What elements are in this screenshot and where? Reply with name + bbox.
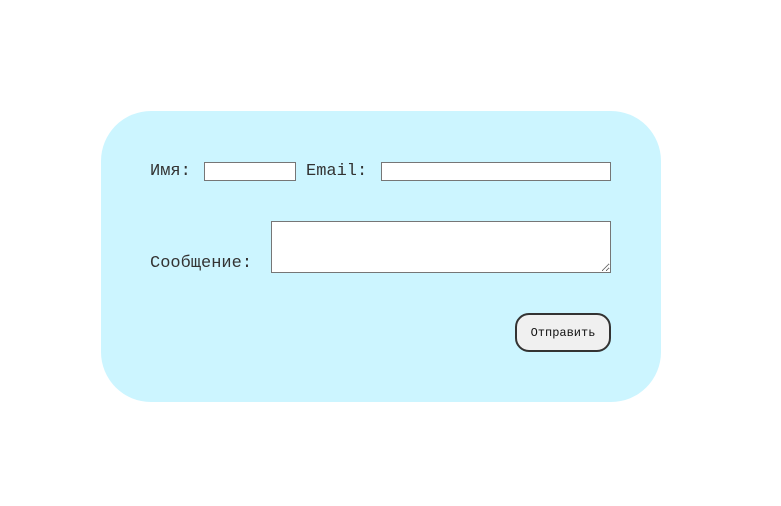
- name-label: Имя:: [150, 162, 191, 181]
- message-textarea[interactable]: [271, 221, 611, 273]
- email-label: Email:: [306, 162, 368, 181]
- name-input[interactable]: [204, 162, 296, 181]
- contact-form-card: Имя: Email: Сообщение: Отправить: [101, 111, 661, 402]
- email-input[interactable]: [381, 162, 611, 181]
- message-label: Сообщение:: [150, 254, 253, 273]
- submit-button[interactable]: Отправить: [515, 313, 611, 352]
